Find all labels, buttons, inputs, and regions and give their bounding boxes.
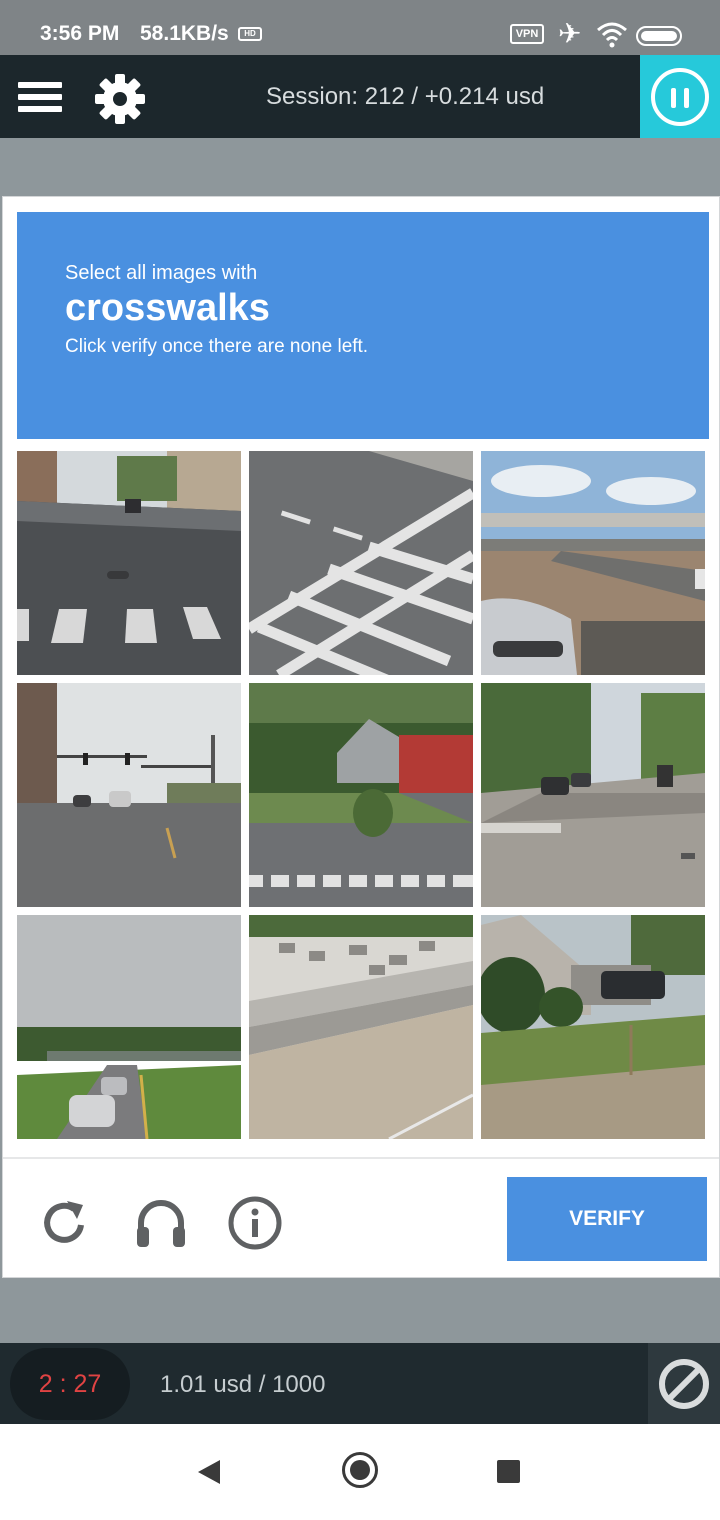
countdown-timer: 2 : 27 (10, 1348, 130, 1420)
net-speed: 58.1KB/s (140, 22, 229, 45)
menu-icon[interactable] (18, 80, 62, 114)
back-icon[interactable] (196, 1458, 222, 1486)
captcha-tile-4[interactable] (17, 683, 241, 907)
info-icon[interactable] (227, 1195, 283, 1251)
prompt-instruction: Select all images with (65, 262, 258, 284)
headphones-icon[interactable] (133, 1195, 189, 1251)
captcha-tile-9[interactable] (481, 915, 705, 1139)
airplane-icon: ✈ (558, 18, 582, 49)
captcha-prompt: Select all images with crosswalks Click … (17, 212, 709, 439)
captcha-tile-1[interactable] (17, 451, 241, 675)
captcha-tile-5[interactable] (249, 683, 473, 907)
status-bar: 3:56 PM 58.1KB/s HD VPN ✈ (0, 0, 720, 55)
captcha-tile-8[interactable] (249, 915, 473, 1139)
reload-icon[interactable] (37, 1195, 93, 1251)
status-time: 3:56 PM (40, 22, 120, 45)
home-icon[interactable] (342, 1452, 378, 1488)
vpn-icon: VPN (510, 24, 544, 44)
verify-button[interactable]: VERIFY (507, 1177, 707, 1261)
recents-icon[interactable] (497, 1460, 520, 1483)
app-header: Session: 212 / +0.214 usd (0, 55, 720, 138)
captcha-tile-7[interactable] (17, 915, 241, 1139)
captcha-tile-6[interactable] (481, 683, 705, 907)
pause-icon (651, 68, 709, 126)
gear-icon[interactable] (94, 73, 146, 125)
battery-icon (636, 26, 682, 46)
system-nav-bar (0, 1424, 720, 1520)
prompt-hint: Click verify once there are none left. (65, 336, 369, 357)
captcha-card: Select all images with crosswalks Click … (2, 196, 720, 1278)
wifi-icon (597, 22, 627, 48)
captcha-tile-2[interactable] (249, 451, 473, 675)
prompt-keyword: crosswalks (65, 287, 270, 329)
hd-icon: HD (238, 27, 262, 41)
bottom-status-bar: 2 : 27 1.01 usd / 1000 (0, 1343, 720, 1424)
card-divider (3, 1157, 719, 1159)
pause-button[interactable] (640, 55, 720, 138)
earnings-text: 1.01 usd / 1000 (160, 1371, 326, 1398)
image-grid (17, 451, 707, 1141)
skip-button[interactable] (648, 1343, 720, 1424)
captcha-tile-3[interactable] (481, 451, 705, 675)
session-stats: Session: 212 / +0.214 usd (266, 83, 545, 110)
block-icon (659, 1359, 709, 1409)
